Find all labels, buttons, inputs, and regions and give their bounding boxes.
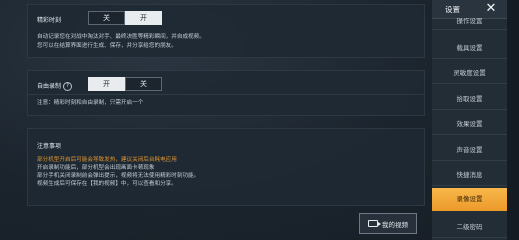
my-video-label: 我的视频 <box>382 220 408 229</box>
sidebar-item-controls[interactable]: 操作设置 <box>432 18 507 30</box>
divider <box>28 94 424 95</box>
screen-edge <box>507 0 519 240</box>
highlights-on-button[interactable]: 开 <box>125 11 162 25</box>
sidebar-item-pickup[interactable]: 拾取设置 <box>432 88 507 110</box>
highlights-description-1: 自动记录您在对战中淘汰对手、最终决胜等精彩瞬间，并自成视频。 <box>37 34 205 40</box>
notes-title: 注意事项 <box>37 143 62 150</box>
sidebar-item-recording[interactable]: 录像设置 <box>432 188 507 211</box>
notes-line-3: 部分手机关闭录制前会弹出提示，视频将无法使用精彩时刻功能。 <box>37 173 200 179</box>
settings-title: 设置 <box>445 5 460 14</box>
highlights-toggle: 关 开 <box>88 11 162 25</box>
sidebar-header: 设置 ✕ <box>432 0 507 19</box>
sidebar-item-secondary-password[interactable]: 二级密码 <box>432 216 507 238</box>
highlights-off-button[interactable]: 关 <box>88 11 125 25</box>
highlights-panel: 精彩时刻 关 开 自动记录您在对战中淘汰对手、最终决胜等精彩瞬间，并自成视频。 … <box>27 4 425 58</box>
sidebar-item-vehicle[interactable]: 载具设置 <box>432 37 507 59</box>
my-video-button[interactable]: 我的视频 <box>359 213 417 234</box>
auto-record-off-button[interactable]: 关 <box>125 77 162 91</box>
sidebar-item-quick-chat[interactable]: 快捷消息 <box>432 164 507 186</box>
notes-line-1: 部分机型开启后可能会导致发热，建议关闭后台耗电应用 <box>37 157 177 163</box>
highlights-title: 精彩时刻 <box>37 17 62 24</box>
settings-sidebar: 设置 ✕ 操作设置 载具设置 灵敏度设置 拾取设置 效果设置 声音设置 快捷消息… <box>432 0 507 240</box>
sidebar-item-sensitivity[interactable]: 灵敏度设置 <box>432 62 507 84</box>
auto-record-title: 自由录制 <box>37 83 62 90</box>
auto-record-panel: 自由录制? 开 关 注意：精彩时刻和自由录制，只需开启一个 <box>27 70 425 116</box>
notes-panel: 注意事项 部分机型开启后可能会导致发热，建议关闭后台耗电应用 开启录制功能后，部… <box>27 128 425 206</box>
notes-line-4: 视频生成后可保存在【我的视频】中，可以查看和分享。 <box>37 181 177 187</box>
auto-record-note: 注意：精彩时刻和自由录制，只需开启一个 <box>37 100 144 106</box>
close-icon[interactable]: ✕ <box>480 0 502 18</box>
sidebar-item-sound[interactable]: 声音设置 <box>432 139 507 161</box>
notes-line-2: 开启录制功能后，部分机型会出现画面卡顿现象 <box>37 165 155 171</box>
highlights-description-2: 您可以在结算界面进行生成、保存，并分享给您的朋友。 <box>37 43 177 49</box>
auto-record-toggle: 开 关 <box>88 77 162 91</box>
video-camera-icon <box>368 220 381 227</box>
auto-record-on-button[interactable]: 开 <box>88 77 125 91</box>
help-icon[interactable]: ? <box>63 82 73 91</box>
sidebar-item-effects[interactable]: 效果设置 <box>432 113 507 135</box>
auto-record-title-row: 自由录制? <box>37 81 73 91</box>
